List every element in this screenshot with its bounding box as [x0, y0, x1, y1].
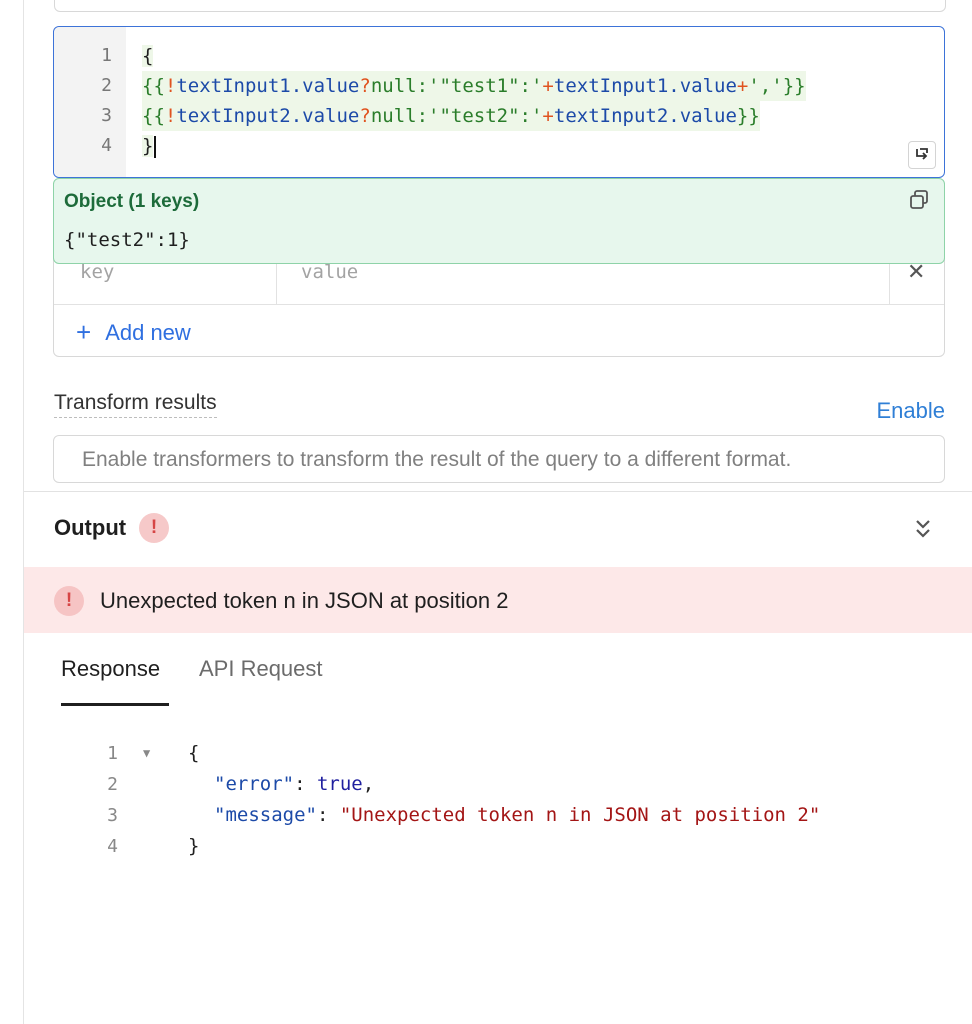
code-token: null: [370, 75, 429, 97]
code-token: textInput1.value [553, 75, 737, 97]
code-token: + [542, 75, 554, 97]
text-cursor [154, 135, 157, 158]
error-alert-icon: ! [54, 586, 84, 616]
code-token: '"test1":' [428, 75, 543, 97]
active-tab-indicator [61, 703, 169, 706]
response-line-2: 2 "error": true, [0, 769, 972, 800]
code-token: : [294, 773, 317, 795]
code-token: textInput1.value [176, 75, 360, 97]
json-value: "Unexpected token n in JSON at position … [339, 804, 821, 826]
editor-line-4: 4 } [54, 131, 944, 161]
code-token: null: [370, 105, 429, 127]
previous-field-box [54, 0, 946, 12]
error-message: Unexpected token n in JSON at position 2 [100, 588, 509, 613]
transform-description: Enable transformers to transform the res… [82, 448, 792, 471]
line-number: 4 [101, 135, 112, 156]
json-key: "message" [214, 804, 317, 826]
code-token: }} [736, 105, 760, 127]
code-token: {{ [142, 105, 165, 127]
collapse-chevron-icon[interactable] [912, 516, 934, 542]
line-number: 3 [101, 105, 112, 126]
line-number: 1 [101, 45, 112, 66]
code-token: '"test2":' [428, 105, 543, 127]
error-badge-icon: ! [139, 513, 169, 543]
param-value-input[interactable]: value [301, 261, 358, 283]
code-token: } [142, 135, 154, 157]
transform-description-box: Enable transformers to transform the res… [53, 435, 945, 483]
add-new-button[interactable]: + Add new [76, 317, 191, 348]
code-token: textInput2.value [553, 105, 737, 127]
line-number: 1 [107, 743, 118, 764]
json-key: "error" [214, 773, 295, 795]
line-number: 3 [107, 805, 118, 826]
enable-transform-link[interactable]: Enable [876, 398, 945, 424]
line-number: 2 [101, 75, 112, 96]
line-number: 2 [107, 774, 118, 795]
tab-response[interactable]: Response [61, 656, 160, 682]
code-token: ! [164, 105, 177, 127]
editor-line-1: 1 { [54, 41, 944, 71]
output-title: Output [54, 515, 127, 540]
add-new-label: Add new [105, 320, 191, 345]
preview-value: {"test2":1} [64, 229, 190, 251]
format-code-button[interactable] [908, 141, 936, 169]
code-token: ',' [748, 75, 783, 97]
code-token: }} [782, 75, 806, 97]
editor-line-3: 3 {{!textInput2.value?null:'"test2":'+te… [54, 101, 944, 131]
tab-api-request[interactable]: API Request [199, 656, 323, 682]
fold-toggle-icon[interactable]: ▼ [143, 738, 150, 769]
response-line-4: 4 } [0, 831, 972, 862]
transform-results-label: Transform results [54, 391, 217, 418]
code-token: ? [359, 75, 371, 97]
code-token: , [362, 773, 375, 795]
left-panel-border [23, 0, 24, 1024]
code-token: ? [359, 105, 371, 127]
preview-type-label: Object (1 keys) [64, 191, 200, 212]
code-token: : [316, 804, 340, 826]
line-number: 4 [107, 836, 118, 857]
code-token: { [188, 742, 200, 764]
json-value: true [316, 773, 363, 795]
code-token: + [542, 105, 554, 127]
copy-icon[interactable] [908, 189, 930, 211]
code-token: { [142, 45, 154, 67]
plus-icon: + [76, 317, 92, 347]
response-line-3: 3 "message": "Unexpected token n in JSON… [0, 800, 972, 831]
code-token: textInput2.value [176, 105, 360, 127]
section-divider [24, 491, 972, 492]
editor-line-2: 2 {{!textInput1.value?null:'"test1":'+te… [54, 71, 944, 101]
code-token: ! [164, 75, 177, 97]
param-key-input[interactable]: key [80, 261, 114, 283]
response-line-1: 1 ▼ { [0, 738, 972, 769]
code-token: } [188, 835, 200, 857]
code-token: + [736, 75, 749, 97]
body-code-editor[interactable]: 1 { 2 {{!textInput1.value?null:'"test1":… [53, 26, 945, 178]
error-banner: ! Unexpected token n in JSON at position… [24, 567, 972, 633]
code-token: {{ [142, 75, 165, 97]
format-icon [916, 148, 928, 160]
evaluated-value-preview: Object (1 keys) {"test2":1} [53, 178, 945, 264]
